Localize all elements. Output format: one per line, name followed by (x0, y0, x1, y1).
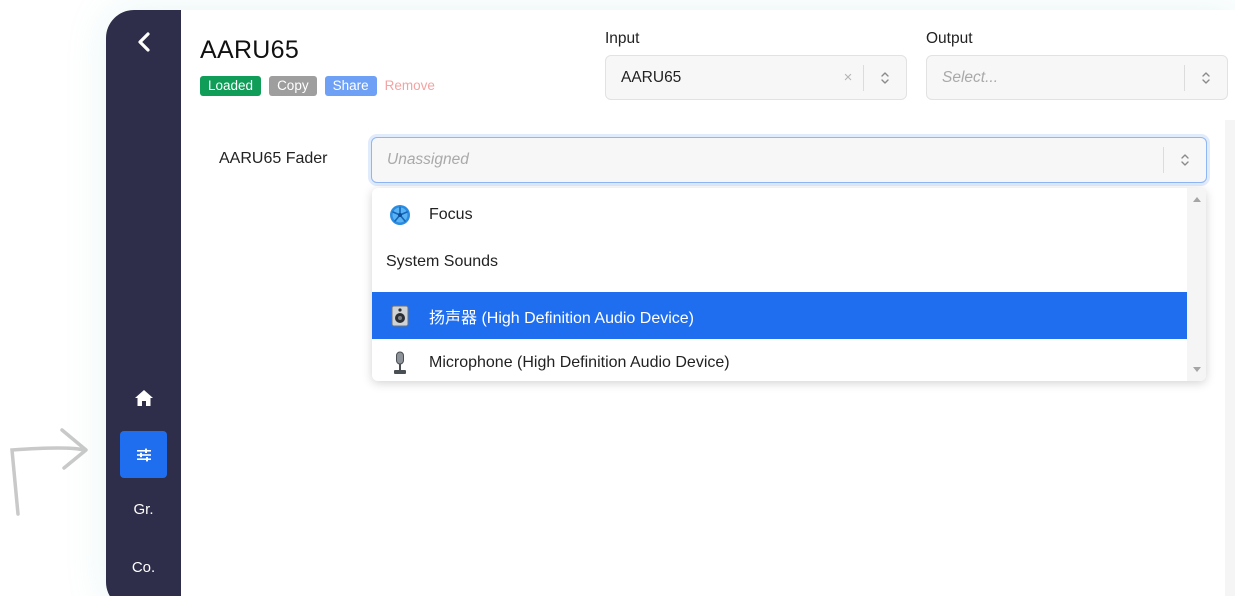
option-label: Microphone (High Definition Audio Device… (429, 353, 730, 371)
app-fan-icon-wrap (386, 204, 414, 226)
option-label: Focus (429, 205, 473, 223)
scroll-up-icon[interactable] (1193, 196, 1201, 202)
sidebar-item-co[interactable]: Co. (106, 559, 181, 576)
option-microphone[interactable]: Microphone (High Definition Audio Device… (372, 339, 1187, 381)
input-select-toggle[interactable] (864, 56, 906, 99)
input-select[interactable]: AARU65 × (605, 55, 907, 100)
output-label: Output (926, 30, 973, 47)
fader-label: AARU65 Fader (219, 150, 328, 167)
share-button[interactable]: Share (324, 76, 377, 96)
loaded-badge: Loaded (200, 76, 262, 96)
microphone-icon-wrap (386, 351, 414, 375)
copy-button[interactable]: Copy (269, 76, 317, 96)
remove-button[interactable]: Remove (385, 76, 443, 96)
app-fan-icon (390, 204, 410, 225)
fader-select-toggle[interactable] (1164, 138, 1206, 182)
option-focus[interactable]: Focus (372, 191, 1187, 238)
clear-icon[interactable]: × (833, 69, 863, 86)
output-select[interactable]: Select... (926, 55, 1228, 100)
app-window: Gr. Co. AARU65 Loaded Copy Share Remove … (106, 10, 1235, 596)
chevron-up-down-icon (1181, 154, 1189, 166)
option-group-label: System Sounds (386, 252, 499, 270)
sliders-icon (136, 448, 151, 461)
device-title: AARU65 (200, 36, 300, 64)
option-label: 扬声器 (High Definition Audio Device) (429, 309, 694, 327)
microphone-icon (394, 351, 406, 374)
input-select-value: AARU65 (621, 68, 682, 86)
home-icon (135, 390, 153, 406)
hint-arrow-icon (10, 428, 88, 516)
mixer-button[interactable] (120, 431, 167, 478)
speaker-icon-wrap (386, 305, 414, 327)
fader-select[interactable]: Unassigned (371, 137, 1207, 183)
fader-select-placeholder: Unassigned (387, 151, 469, 168)
fader-dropdown-menu: Focus System Sounds 扬声器 (High Definition… (372, 188, 1206, 381)
input-label: Input (605, 30, 640, 47)
output-select-toggle[interactable] (1185, 56, 1227, 99)
main-panel: AARU65 Loaded Copy Share Remove Input AA… (181, 10, 1235, 596)
chevron-up-down-icon (1202, 71, 1210, 84)
panel-scrollbar[interactable] (1225, 120, 1235, 596)
chevron-up-down-icon (881, 71, 889, 84)
sidebar: Gr. Co. (106, 10, 181, 596)
sidebar-item-gr[interactable]: Gr. (106, 501, 181, 518)
scroll-down-icon[interactable] (1193, 367, 1201, 373)
chevron-left-icon (138, 32, 150, 52)
home-button[interactable] (130, 384, 158, 412)
dropdown-scrollbar[interactable] (1187, 188, 1206, 381)
badge-row: Loaded Copy Share Remove (200, 76, 443, 96)
option-speaker[interactable]: 扬声器 (High Definition Audio Device) (372, 292, 1187, 339)
option-group-system-sounds: System Sounds (372, 238, 1187, 285)
back-button[interactable] (130, 28, 158, 56)
output-select-placeholder: Select... (942, 68, 998, 86)
speaker-icon (391, 305, 409, 326)
